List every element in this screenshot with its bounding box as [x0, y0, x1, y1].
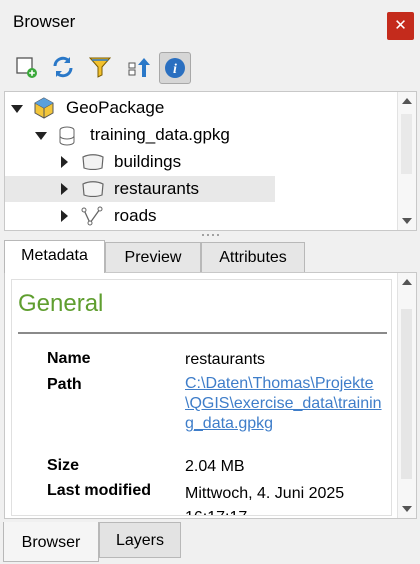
collapse-all-icon [128, 58, 150, 77]
geopackage-icon [34, 97, 54, 119]
tree-item-label: roads [114, 206, 157, 225]
properties-toggle-button[interactable]: i [159, 52, 191, 84]
field-value-size: 2.04 MB [185, 458, 245, 475]
expand-arrow-icon[interactable] [61, 210, 68, 222]
splitter-handle[interactable] [0, 231, 420, 239]
add-layer-icon [16, 57, 37, 78]
filter-button[interactable] [85, 52, 115, 82]
dock-title-bar: Browser ✕ [0, 0, 420, 46]
tree-item-label: restaurants [114, 179, 200, 198]
browser-tree[interactable]: GeoPackage training_data.gpkg buildings … [4, 91, 417, 231]
dock-tab-bar: Browser Layers [0, 522, 420, 562]
close-button[interactable]: ✕ [387, 12, 414, 40]
expand-arrow-icon[interactable] [61, 183, 68, 195]
refresh-icon [53, 56, 73, 78]
dock-title: Browser [13, 12, 76, 31]
refresh-button[interactable] [48, 52, 78, 82]
field-value-name: restaurants [185, 351, 266, 368]
polygon-layer-icon [82, 154, 104, 170]
tree-item-geopackage[interactable]: GeoPackage [5, 95, 397, 121]
tree-item-buildings[interactable]: buildings [5, 149, 397, 175]
tree-item-label: GeoPackage [66, 98, 165, 117]
metadata-panel: General Name restaurants Path C:\Daten\T… [4, 272, 417, 519]
close-icon: ✕ [394, 17, 407, 34]
tree-scrollbar[interactable] [397, 92, 416, 230]
browser-toolbar: i [0, 48, 420, 88]
tab-preview[interactable]: Preview [105, 242, 201, 272]
scroll-up-icon[interactable] [402, 98, 412, 104]
info-icon: i [165, 58, 185, 78]
dock-tab-browser[interactable]: Browser [3, 522, 99, 562]
scroll-down-icon[interactable] [402, 218, 412, 224]
expand-arrow-icon[interactable] [35, 132, 47, 140]
scroll-down-icon[interactable] [402, 506, 412, 512]
dock-tab-layers[interactable]: Layers [99, 522, 181, 558]
svg-text:i: i [173, 62, 177, 77]
metadata-view: General Name restaurants Path C:\Daten\T… [11, 279, 392, 516]
path-link[interactable]: C:\Daten\Thomas\Projekte\QGIS\exercise_d… [185, 374, 385, 434]
filter-icon [88, 57, 112, 78]
tree-item-restaurants[interactable]: restaurants [5, 176, 275, 202]
collapse-all-button[interactable] [124, 52, 154, 82]
tree-item-label: buildings [114, 152, 182, 171]
field-label-size: Size [47, 457, 80, 474]
section-heading: General [18, 290, 104, 317]
tree-item-label: training_data.gpkg [90, 125, 230, 144]
metadata-scrollbar[interactable] [397, 273, 416, 518]
field-label-last-modified: Last modified [47, 482, 152, 499]
expand-arrow-icon[interactable] [11, 105, 23, 113]
field-label-name: Name [47, 350, 91, 367]
tree-item-roads[interactable]: roads [5, 203, 397, 229]
tree-item-training-data[interactable]: training_data.gpkg [5, 122, 397, 148]
scroll-thumb[interactable] [401, 309, 412, 479]
scroll-up-icon[interactable] [402, 279, 412, 285]
properties-tab-bar: Metadata Preview Attributes [4, 240, 417, 273]
add-layer-button[interactable] [11, 52, 41, 82]
database-icon [59, 126, 75, 146]
tab-metadata[interactable]: Metadata [4, 240, 105, 273]
scroll-thumb[interactable] [401, 114, 412, 174]
field-value-last-modified: Mittwoch, 4. Juni 2025 16:17:17 [185, 485, 345, 515]
grip-icon [202, 234, 219, 236]
polygon-layer-icon [82, 181, 104, 197]
section-divider [18, 332, 387, 334]
expand-arrow-icon[interactable] [61, 156, 68, 168]
field-label-path: Path [47, 376, 82, 393]
line-layer-icon [81, 206, 103, 226]
tab-attributes[interactable]: Attributes [201, 242, 305, 272]
